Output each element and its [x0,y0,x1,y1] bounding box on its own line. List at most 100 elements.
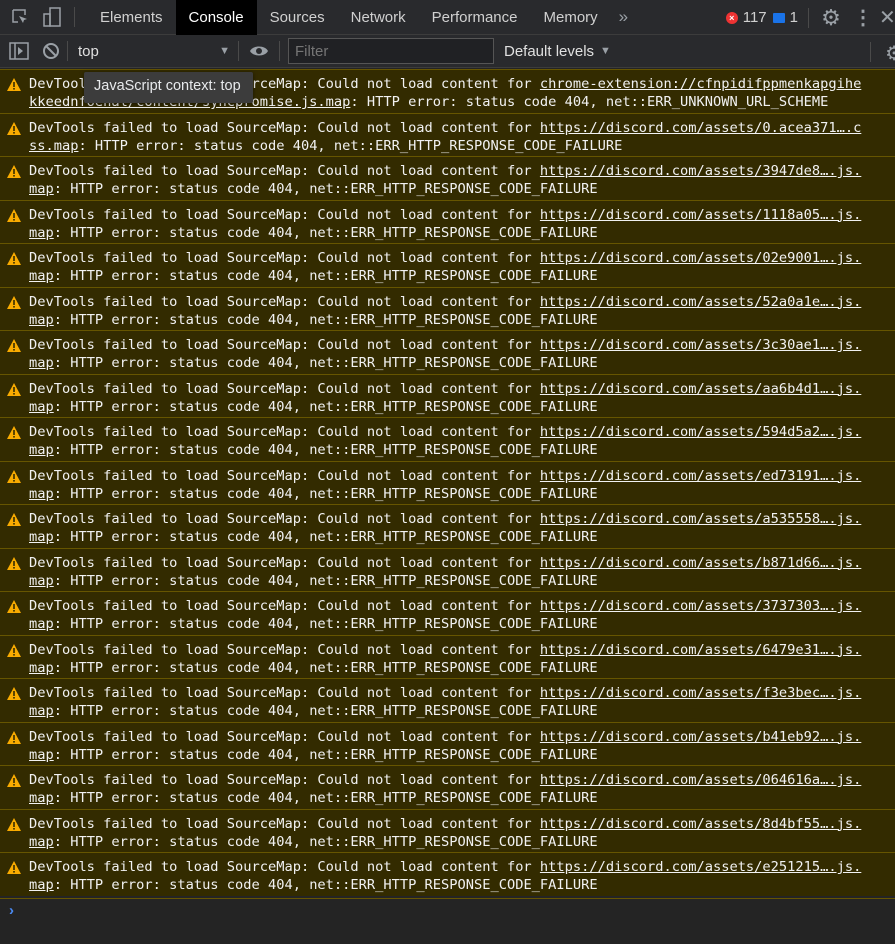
message-text: DevTools failed to load SourceMap: Could… [29,815,540,832]
console-warning-message: DevTools failed to load SourceMap: Could… [0,547,895,591]
console-settings-gear-icon[interactable]: ⚙ [885,41,895,66]
clear-console-icon[interactable] [35,34,67,69]
tab-memory[interactable]: Memory [531,0,611,35]
settings-gear-icon[interactable]: ⚙ [815,0,847,35]
message-text: DevTools failed to load SourceMap: Could… [29,685,540,701]
warning-icon [7,600,21,613]
message-error: : HTTP error: status code 404, net::ERR_… [53,224,598,241]
console-warning-message: DevTools failed to load SourceMap: Could… [0,504,895,548]
warning-icon [7,817,21,831]
divider [870,42,871,62]
console-warning-message: DevTools failed to load SourceMap: Could… [0,286,895,330]
warning-icon [7,513,21,526]
close-icon[interactable]: ✕ [879,0,895,35]
message-error: : HTTP error: status code 404, net::ERR_… [53,703,598,719]
message-error: : HTTP error: status code 404, net::ERR_… [53,442,598,458]
tab-network[interactable]: Network [338,0,419,35]
message-text: DevTools failed to load SourceMap: Could… [29,467,540,484]
console-prompt[interactable]: › [0,898,895,944]
message-count: 1 [789,9,798,26]
message-error: : HTTP error: status code 404, net::ERR_… [53,746,598,763]
context-value: top [78,42,99,60]
console-warning-message: DevTools failed to load SourceMap: Could… [0,721,895,765]
live-expression-eye-icon[interactable] [239,34,279,69]
warning-icon [7,861,21,874]
log-levels-dropdown[interactable]: Default levels ▼ [504,43,611,60]
message-text: DevTools failed to load SourceMap: Could… [29,728,540,745]
console-toolbar: top ▼ Default levels ▼ ⚙ [0,35,895,68]
message-text: DevTools failed to load SourceMap: Could… [29,859,540,875]
message-text: DevTools failed to load SourceMap: Could… [29,337,540,353]
warning-icon [7,121,21,135]
error-count: 117 [742,9,767,26]
message-error: : HTTP error: status code 404, net::ERR_… [53,311,598,328]
inspect-element-icon[interactable] [4,0,36,35]
message-text: DevTools failed to load SourceMap: Could… [29,641,540,658]
context-tooltip: JavaScript context: top [84,72,253,103]
message-error: : HTTP error: status code 404, net::ERR_… [53,355,598,371]
more-tabs-icon[interactable]: » [611,7,636,27]
console-warning-message: DevTools failed to load SourceMap: Could… [0,243,895,287]
warning-icon [7,556,21,570]
error-counter[interactable]: × 117 1 [725,9,798,26]
more-options-icon[interactable]: ⋮ [847,0,879,35]
console-warning-message: DevTools failed to load SourceMap: Could… [0,808,895,852]
message-error: : HTTP error: status code 404, net::ERR_… [53,268,598,284]
warning-icon [7,730,21,744]
tab-performance[interactable]: Performance [419,0,531,35]
divider [808,7,809,28]
error-icon: × [725,11,738,24]
message-text: DevTools failed to load SourceMap: Could… [29,250,540,266]
console-warning-message: DevTools failed to load SourceMap: Could… [0,373,895,417]
console-warning-message: DevTools failed to load SourceMap: Could… [0,460,895,504]
message-text: DevTools failed to load SourceMap: Could… [29,424,540,440]
warning-icon [7,78,21,91]
chevron-down-icon: ▼ [219,45,230,57]
tab-sources[interactable]: Sources [257,0,338,35]
message-error: : HTTP error: status code 404, net::ERR_… [53,485,598,502]
javascript-context-select[interactable]: top ▼ [68,35,238,68]
warning-icon [7,252,21,265]
tab-console[interactable]: Console [175,0,257,35]
device-toolbar-icon[interactable] [36,0,68,35]
console-warning-message: DevTools failed to load SourceMap: Could… [0,199,895,243]
warning-icon [7,643,21,657]
warning-icon [7,165,21,178]
message-error: : HTTP error: status code 404, net::ERR_… [53,181,598,197]
message-error: : HTTP error: status code 404, net::ERR_… [53,833,598,850]
show-sidebar-icon[interactable] [3,34,35,69]
message-text: DevTools failed to load SourceMap: Could… [29,380,540,397]
message-error: : HTTP error: status code 404, net::ERR_… [53,659,598,676]
warning-icon [7,295,21,309]
message-error: : HTTP error: status code 404, net::ERR_… [53,398,598,415]
filter-input[interactable] [288,38,494,64]
message-error: : HTTP error: status code 404, net::ERR_… [53,529,598,545]
message-icon [772,12,785,23]
message-error: : HTTP error: status code 404, net::ERR_… [53,790,598,806]
message-error: : HTTP error: status code 404, net::ERR_… [350,94,829,110]
warning-icon [7,426,21,439]
console-warning-message: DevTools failed to load SourceMap: Could… [0,765,895,809]
message-text: DevTools failed to load SourceMap: Could… [29,206,540,223]
message-error: : HTTP error: status code 404, net::ERR_… [53,877,598,893]
warning-icon [7,687,21,700]
divider [74,7,75,27]
console-messages: DevTools failed to load SourceMap: Could… [0,69,895,896]
message-error: : HTTP error: status code 404, net::ERR_… [78,137,623,154]
message-text: DevTools failed to load SourceMap: Could… [29,163,540,179]
tab-elements[interactable]: Elements [87,0,176,35]
message-text: DevTools failed to load SourceMap: Could… [29,119,540,136]
console-warning-message: DevTools failed to load SourceMap: Could… [0,112,895,156]
message-text: DevTools failed to load SourceMap: Could… [29,598,540,614]
console-warning-message: DevTools failed to load SourceMap: Could… [0,156,895,200]
chevron-down-icon: ▼ [600,45,611,57]
console-warning-message: DevTools failed to load SourceMap: Could… [0,591,895,635]
warning-icon [7,382,21,396]
devtools-tab-bar: Elements Console Sources Network Performance… [0,0,895,35]
message-text: DevTools failed to load SourceMap: Could… [29,511,540,527]
warning-icon [7,469,21,483]
log-levels-label: Default levels [504,42,595,60]
divider [279,41,280,61]
console-warning-message: DevTools failed to load SourceMap: Could… [0,330,895,374]
warning-icon [7,208,21,222]
